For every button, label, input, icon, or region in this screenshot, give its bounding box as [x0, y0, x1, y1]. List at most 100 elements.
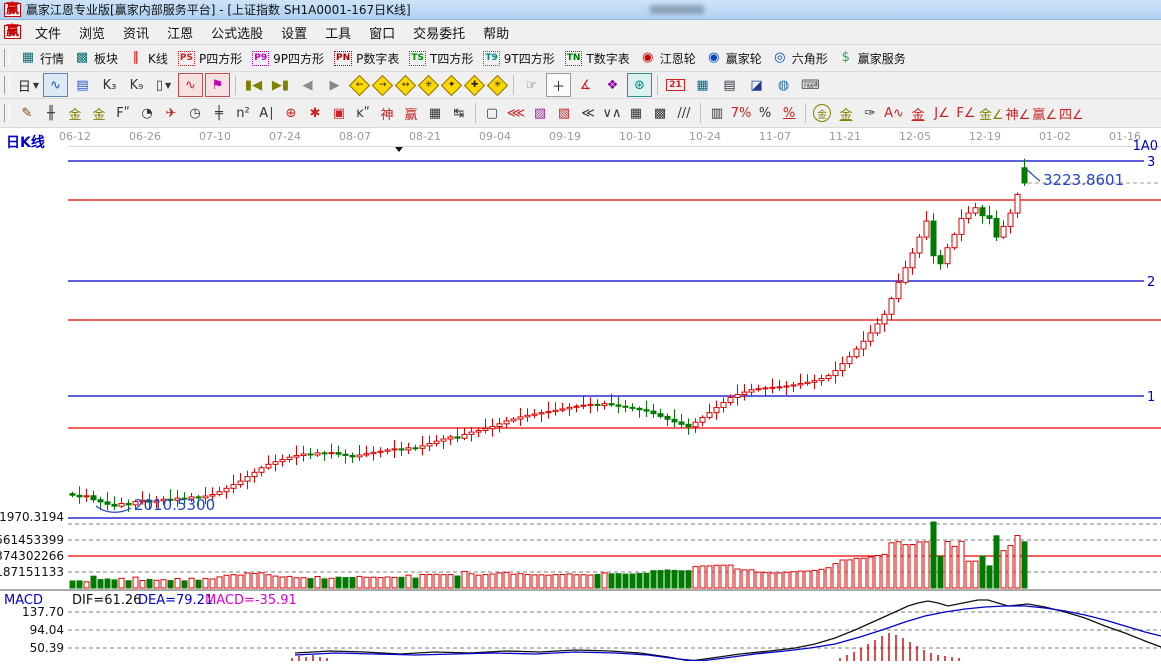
- tool-hand-tool[interactable]: ☞: [519, 73, 544, 97]
- tool-diamond-center[interactable]: ✦: [441, 74, 462, 95]
- tool-gann-shape-tool[interactable]: ❖: [600, 73, 625, 97]
- tool-rocket-pen[interactable]: ✈: [160, 101, 182, 125]
- tool-a-wave[interactable]: A∿: [883, 101, 905, 125]
- tool-percent[interactable]: %: [754, 101, 776, 125]
- chart-area[interactable]: 06-1206-2607-1007-2408-0708-2109-0409-19…: [0, 128, 1161, 661]
- tool-gann-ladder-1[interactable]: ╫: [40, 101, 62, 125]
- tool-mark-pen[interactable]: ✑: [859, 101, 881, 125]
- tool-shen-ladder[interactable]: 神: [376, 101, 398, 125]
- tool-fan-lines[interactable]: ⋘: [505, 101, 527, 125]
- tool-winner-service[interactable]: $赢家服务: [833, 47, 911, 70]
- tool-gold-circle[interactable]: 金: [811, 101, 833, 125]
- tool-angle-tool[interactable]: ∡: [573, 73, 598, 97]
- tool-calculator[interactable]: ▦: [690, 73, 715, 97]
- tool-a-ruler[interactable]: A∣: [256, 101, 278, 125]
- tool-next-page[interactable]: ▶: [322, 73, 347, 97]
- tool-spiral-cycle[interactable]: ◔: [136, 101, 158, 125]
- menu-item-window[interactable]: 窗口: [361, 21, 403, 44]
- tool-sectors[interactable]: ▩板块: [69, 47, 123, 70]
- tool-save[interactable]: ◪: [744, 73, 769, 97]
- tool-gold-angle[interactable]: 金∠: [979, 101, 1004, 125]
- tool-boxed-grid[interactable]: ▣: [328, 101, 350, 125]
- tool-diamond-both[interactable]: ↔: [395, 74, 416, 95]
- tool-f-angle[interactable]: F∠: [955, 101, 977, 125]
- tool-target-cross[interactable]: ⊕: [280, 101, 302, 125]
- tool-flag-histogram-tool[interactable]: ⚑: [205, 73, 230, 97]
- tool-f-ladder[interactable]: Fʺ: [112, 101, 134, 125]
- tool-width-measure[interactable]: ↹: [448, 101, 470, 125]
- tool-win-ladder[interactable]: 赢: [400, 101, 422, 125]
- tool-grid-b[interactable]: ▩: [649, 101, 671, 125]
- tool-calendar[interactable]: 21: [663, 73, 688, 97]
- tool-k3-view[interactable]: K₃: [97, 73, 122, 97]
- menu-item-help[interactable]: 帮助: [475, 21, 517, 44]
- tool-t-square[interactable]: TST四方形: [404, 47, 478, 70]
- tool-win-angle[interactable]: 赢∠: [1032, 101, 1057, 125]
- tool-t-number-table[interactable]: TNT数字表: [560, 47, 635, 70]
- tool-box-tool[interactable]: ▢: [481, 101, 503, 125]
- tool-p-square[interactable]: PSP四方形: [173, 47, 247, 70]
- tool-mesh-tool[interactable]: ⊛: [627, 73, 652, 97]
- tool-percent-7[interactable]: 7%: [730, 101, 752, 125]
- tool-crosshair-tool[interactable]: ＋: [546, 73, 571, 97]
- tool-web-save[interactable]: ◍: [771, 73, 796, 97]
- tool-shen-angle[interactable]: 神∠: [1006, 101, 1031, 125]
- menu-item-trade-order[interactable]: 交易委托: [405, 21, 473, 44]
- tool-j-angle[interactable]: J∠: [931, 101, 953, 125]
- tool-gold-ladder-2[interactable]: 金: [88, 101, 110, 125]
- tool-dense-grid[interactable]: ▦: [424, 101, 446, 125]
- shen-ladder-icon: 神: [380, 104, 393, 123]
- tool-period-selector[interactable]: 日▼: [16, 73, 41, 97]
- tool-diamond-star-2[interactable]: ✳: [487, 74, 508, 95]
- tool-diamond-left[interactable]: ←: [349, 74, 370, 95]
- tool-candle-style[interactable]: ▯▼: [151, 73, 176, 97]
- tool-notes[interactable]: ▤: [717, 73, 742, 97]
- tool-blue-trend-tool[interactable]: ∿: [43, 73, 68, 97]
- tool-remote-pc[interactable]: ⌨: [798, 73, 823, 97]
- tool-grid-a[interactable]: ▦: [625, 101, 647, 125]
- tool-prev-page[interactable]: ◀: [295, 73, 320, 97]
- menu-item-gann[interactable]: 江恩: [159, 21, 201, 44]
- tool-gold-levels[interactable]: 金: [835, 101, 857, 125]
- tool-zigzag-lines[interactable]: ∨∧: [601, 101, 623, 125]
- tool-star-rays[interactable]: ✱: [304, 101, 326, 125]
- tool-k-marks[interactable]: ĸʺ: [352, 101, 374, 125]
- tool-gann-wheel[interactable]: ◉江恩轮: [635, 47, 701, 70]
- menu-item-tools[interactable]: 工具: [317, 21, 359, 44]
- tool-percent-line[interactable]: %: [778, 101, 800, 125]
- menu-item-news[interactable]: 资讯: [115, 21, 157, 44]
- tool-n-square[interactable]: n²: [232, 101, 254, 125]
- tool-winner-wheel[interactable]: ◉赢家轮: [701, 47, 767, 70]
- tool-clock-cycle[interactable]: ◷: [184, 101, 206, 125]
- tool-info-panel[interactable]: ▤: [70, 73, 95, 97]
- toolbar-separator: [475, 103, 476, 123]
- tool-gold-ladder-1[interactable]: 金: [64, 101, 86, 125]
- tool-draw-pen[interactable]: ✎: [16, 101, 38, 125]
- menu-item-settings[interactable]: 设置: [273, 21, 315, 44]
- tool-k9-view[interactable]: K₉: [124, 73, 149, 97]
- tool-first-page[interactable]: ▮◀: [241, 73, 266, 97]
- tool-last-page[interactable]: ▶▮: [268, 73, 293, 97]
- menu-item-browse[interactable]: 浏览: [71, 21, 113, 44]
- tool-gann-ladder-2[interactable]: ╪: [208, 101, 230, 125]
- kline-chart[interactable]: 06-1206-2607-1007-2408-0708-2109-0409-19…: [0, 128, 1161, 661]
- tool-bar-panel[interactable]: ▥: [706, 101, 728, 125]
- tool-diamond-star[interactable]: ✳: [418, 74, 439, 95]
- menu-item-formula-stock-pick[interactable]: 公式选股: [203, 21, 271, 44]
- tool-red-trend-tool[interactable]: ∿: [178, 73, 203, 97]
- menu-item-file[interactable]: 文件: [27, 21, 69, 44]
- tool-9t-square[interactable]: T99T四方形: [478, 47, 559, 70]
- tool-9p-square[interactable]: P99P四方形: [247, 47, 329, 70]
- tool-hexagon[interactable]: ◎六角形: [767, 47, 833, 70]
- tool-p-number-table[interactable]: PNP数字表: [329, 47, 404, 70]
- tool-diamond-plus[interactable]: ✚: [464, 74, 485, 95]
- tool-fan-box-purple[interactable]: ▨: [529, 101, 551, 125]
- tool-pencil-fan[interactable]: ≪: [577, 101, 599, 125]
- tool-kline[interactable]: ∥K线: [123, 47, 173, 70]
- tool-parallel-lines[interactable]: ///: [673, 101, 695, 125]
- tool-quotes[interactable]: ▦行情: [15, 47, 69, 70]
- tool-gold-levels-red[interactable]: 金: [907, 101, 929, 125]
- tool-four-angle[interactable]: 四∠: [1059, 101, 1084, 125]
- tool-diamond-right[interactable]: →: [372, 74, 393, 95]
- tool-fan-box-red[interactable]: ▧: [553, 101, 575, 125]
